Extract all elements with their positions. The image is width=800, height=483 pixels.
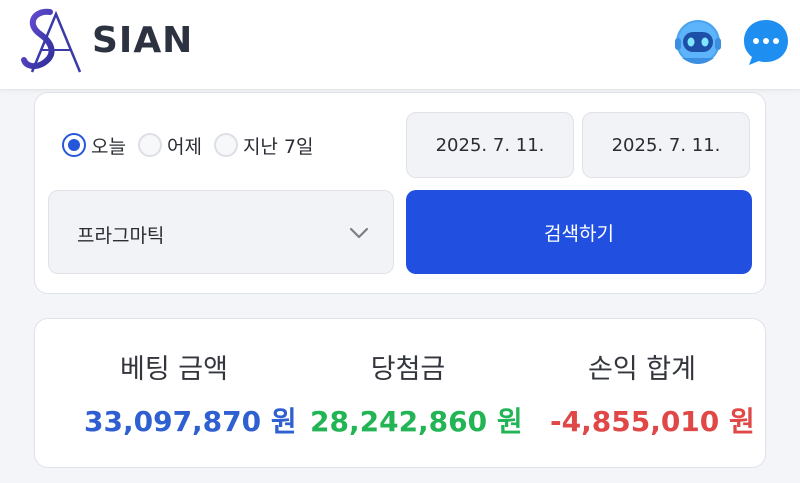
betting-amount-stat: 베팅 금액 33,097,870 원: [84, 347, 297, 440]
radio-yesterday[interactable]: 어제: [137, 132, 202, 159]
chat-bubble-icon[interactable]: [740, 16, 792, 68]
radio-last-7-days-label: 지난 7일: [242, 135, 314, 158]
radio-yesterday-label: 어제: [166, 135, 202, 158]
betting-amount-value: 33,097,870 원: [84, 405, 297, 438]
winnings-title: 당첨금: [370, 354, 446, 385]
category-select[interactable]: 프라그마틱: [48, 190, 394, 274]
chevron-down-icon: [349, 227, 369, 239]
winnings-value: 28,242,860 원: [310, 405, 523, 438]
profit-loss-value: -4,855,010 원: [550, 405, 755, 438]
radio-button-icon[interactable]: [62, 133, 86, 157]
profit-loss-title: 손익 합계: [588, 354, 696, 385]
logo-text: SIAN: [92, 20, 194, 61]
radio-button-icon[interactable]: [213, 133, 238, 157]
betting-amount-title: 베팅 금액: [120, 354, 228, 385]
sa-monogram-logo[interactable]: [20, 6, 86, 78]
profit-loss-stat: 손익 합계 -4,855,010 원: [550, 347, 755, 440]
robot-assistant-icon[interactable]: [670, 14, 726, 70]
end-date-field[interactable]: 2025. 7. 11.: [582, 112, 750, 178]
radio-today[interactable]: 오늘: [62, 132, 126, 159]
radio-button-icon[interactable]: [137, 133, 162, 157]
app-header: SIAN: [0, 0, 800, 90]
radio-last-7-days[interactable]: 지난 7일: [213, 132, 314, 159]
category-select-value: 프라그마틱: [77, 225, 165, 247]
start-date-field[interactable]: 2025. 7. 11.: [406, 112, 574, 178]
period-radio-group: 오늘 어제 지난 7일: [62, 130, 326, 160]
winnings-stat: 당첨금 28,242,860 원: [310, 347, 523, 440]
radio-today-label: 오늘: [91, 135, 126, 158]
search-button[interactable]: 검색하기: [406, 190, 752, 274]
